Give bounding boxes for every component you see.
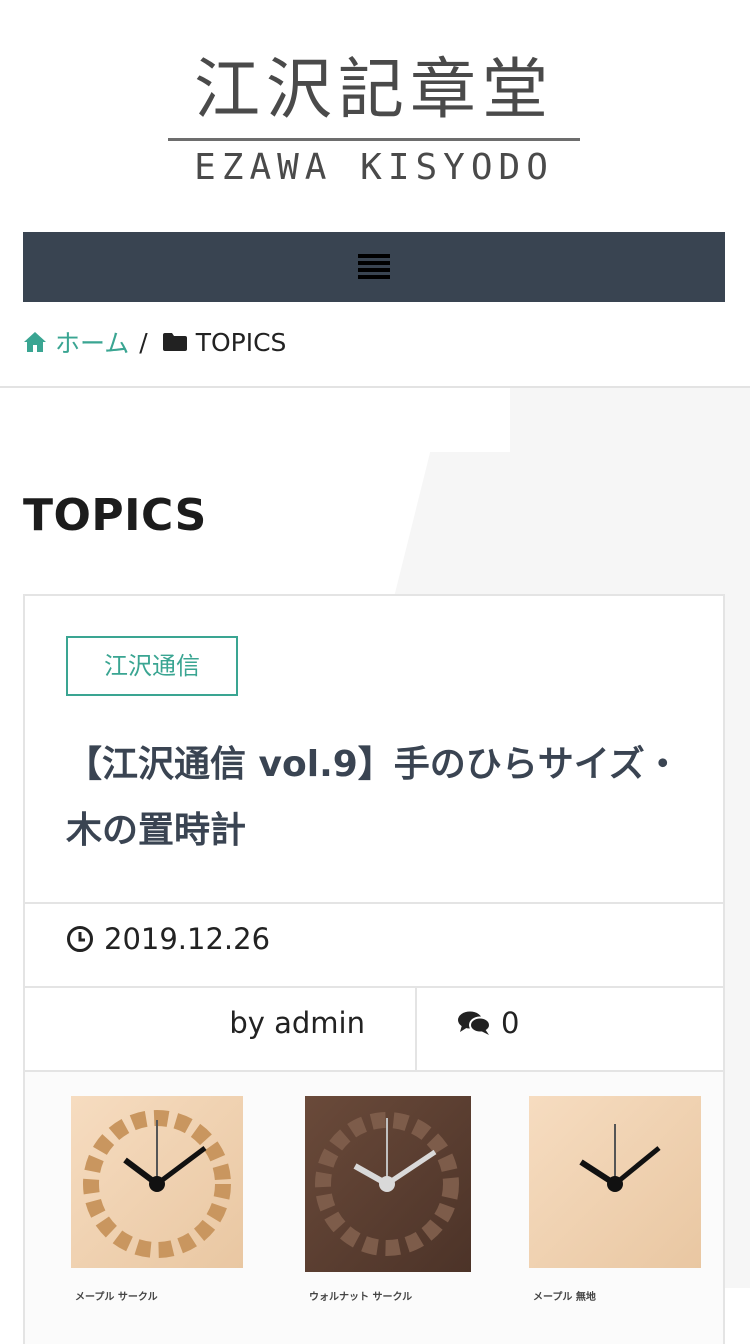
meta-divider (415, 986, 417, 1070)
breadcrumb-home-label: ホーム (55, 329, 130, 358)
navigation-bar (23, 232, 725, 302)
breadcrumb: ホーム / TOPICS (23, 322, 286, 362)
post-card: 江沢通信 【江沢通信 vol.9】手のひらサイズ・木の置時計 2019.12.2… (23, 594, 725, 1344)
breadcrumb-separator: / (139, 327, 148, 357)
card-divider (25, 902, 723, 904)
post-thumbnail[interactable]: メープル サークル ウォルナット サークル メープル 無地 (25, 1072, 723, 1344)
category-badge[interactable]: 江沢通信 (66, 636, 238, 696)
post-date-text: 2019.12.26 (104, 922, 271, 956)
home-icon (24, 332, 46, 352)
clock-icon (67, 926, 93, 952)
breadcrumb-current: TOPICS (162, 327, 287, 357)
logo-japanese-text: 江沢記章堂 (194, 51, 554, 128)
clock-maple-circle (71, 1096, 243, 1268)
page-title: TOPICS (23, 490, 207, 541)
comment-count-text: 0 (501, 1006, 520, 1040)
site-header: 江沢記章堂 EZAWA KISYODO (0, 0, 750, 232)
breadcrumb-home-link[interactable]: ホーム (23, 324, 129, 360)
site-logo[interactable]: 江沢記章堂 EZAWA KISYODO (168, 48, 580, 188)
clock-caption: ウォルナット サークル (309, 1292, 413, 1303)
folder-icon (162, 333, 187, 351)
post-date: 2019.12.26 (66, 922, 270, 956)
logo-english-text: EZAWA KISYODO (194, 147, 554, 188)
clock-caption: メープル 無地 (533, 1292, 596, 1303)
post-title[interactable]: 【江沢通信 vol.9】手のひらサイズ・木の置時計 (66, 732, 686, 864)
clock-caption: メープル サークル (75, 1292, 158, 1303)
logo-divider (168, 138, 580, 141)
breadcrumb-current-label: TOPICS (195, 327, 287, 357)
hamburger-menu-icon[interactable] (357, 248, 391, 286)
card-divider (25, 986, 723, 988)
clock-maple-plain (529, 1096, 701, 1268)
comment-count[interactable]: 0 (457, 1006, 519, 1040)
post-author[interactable]: by admin (25, 1006, 365, 1040)
clock-walnut-circle (305, 1096, 471, 1272)
comments-icon (458, 1011, 491, 1035)
